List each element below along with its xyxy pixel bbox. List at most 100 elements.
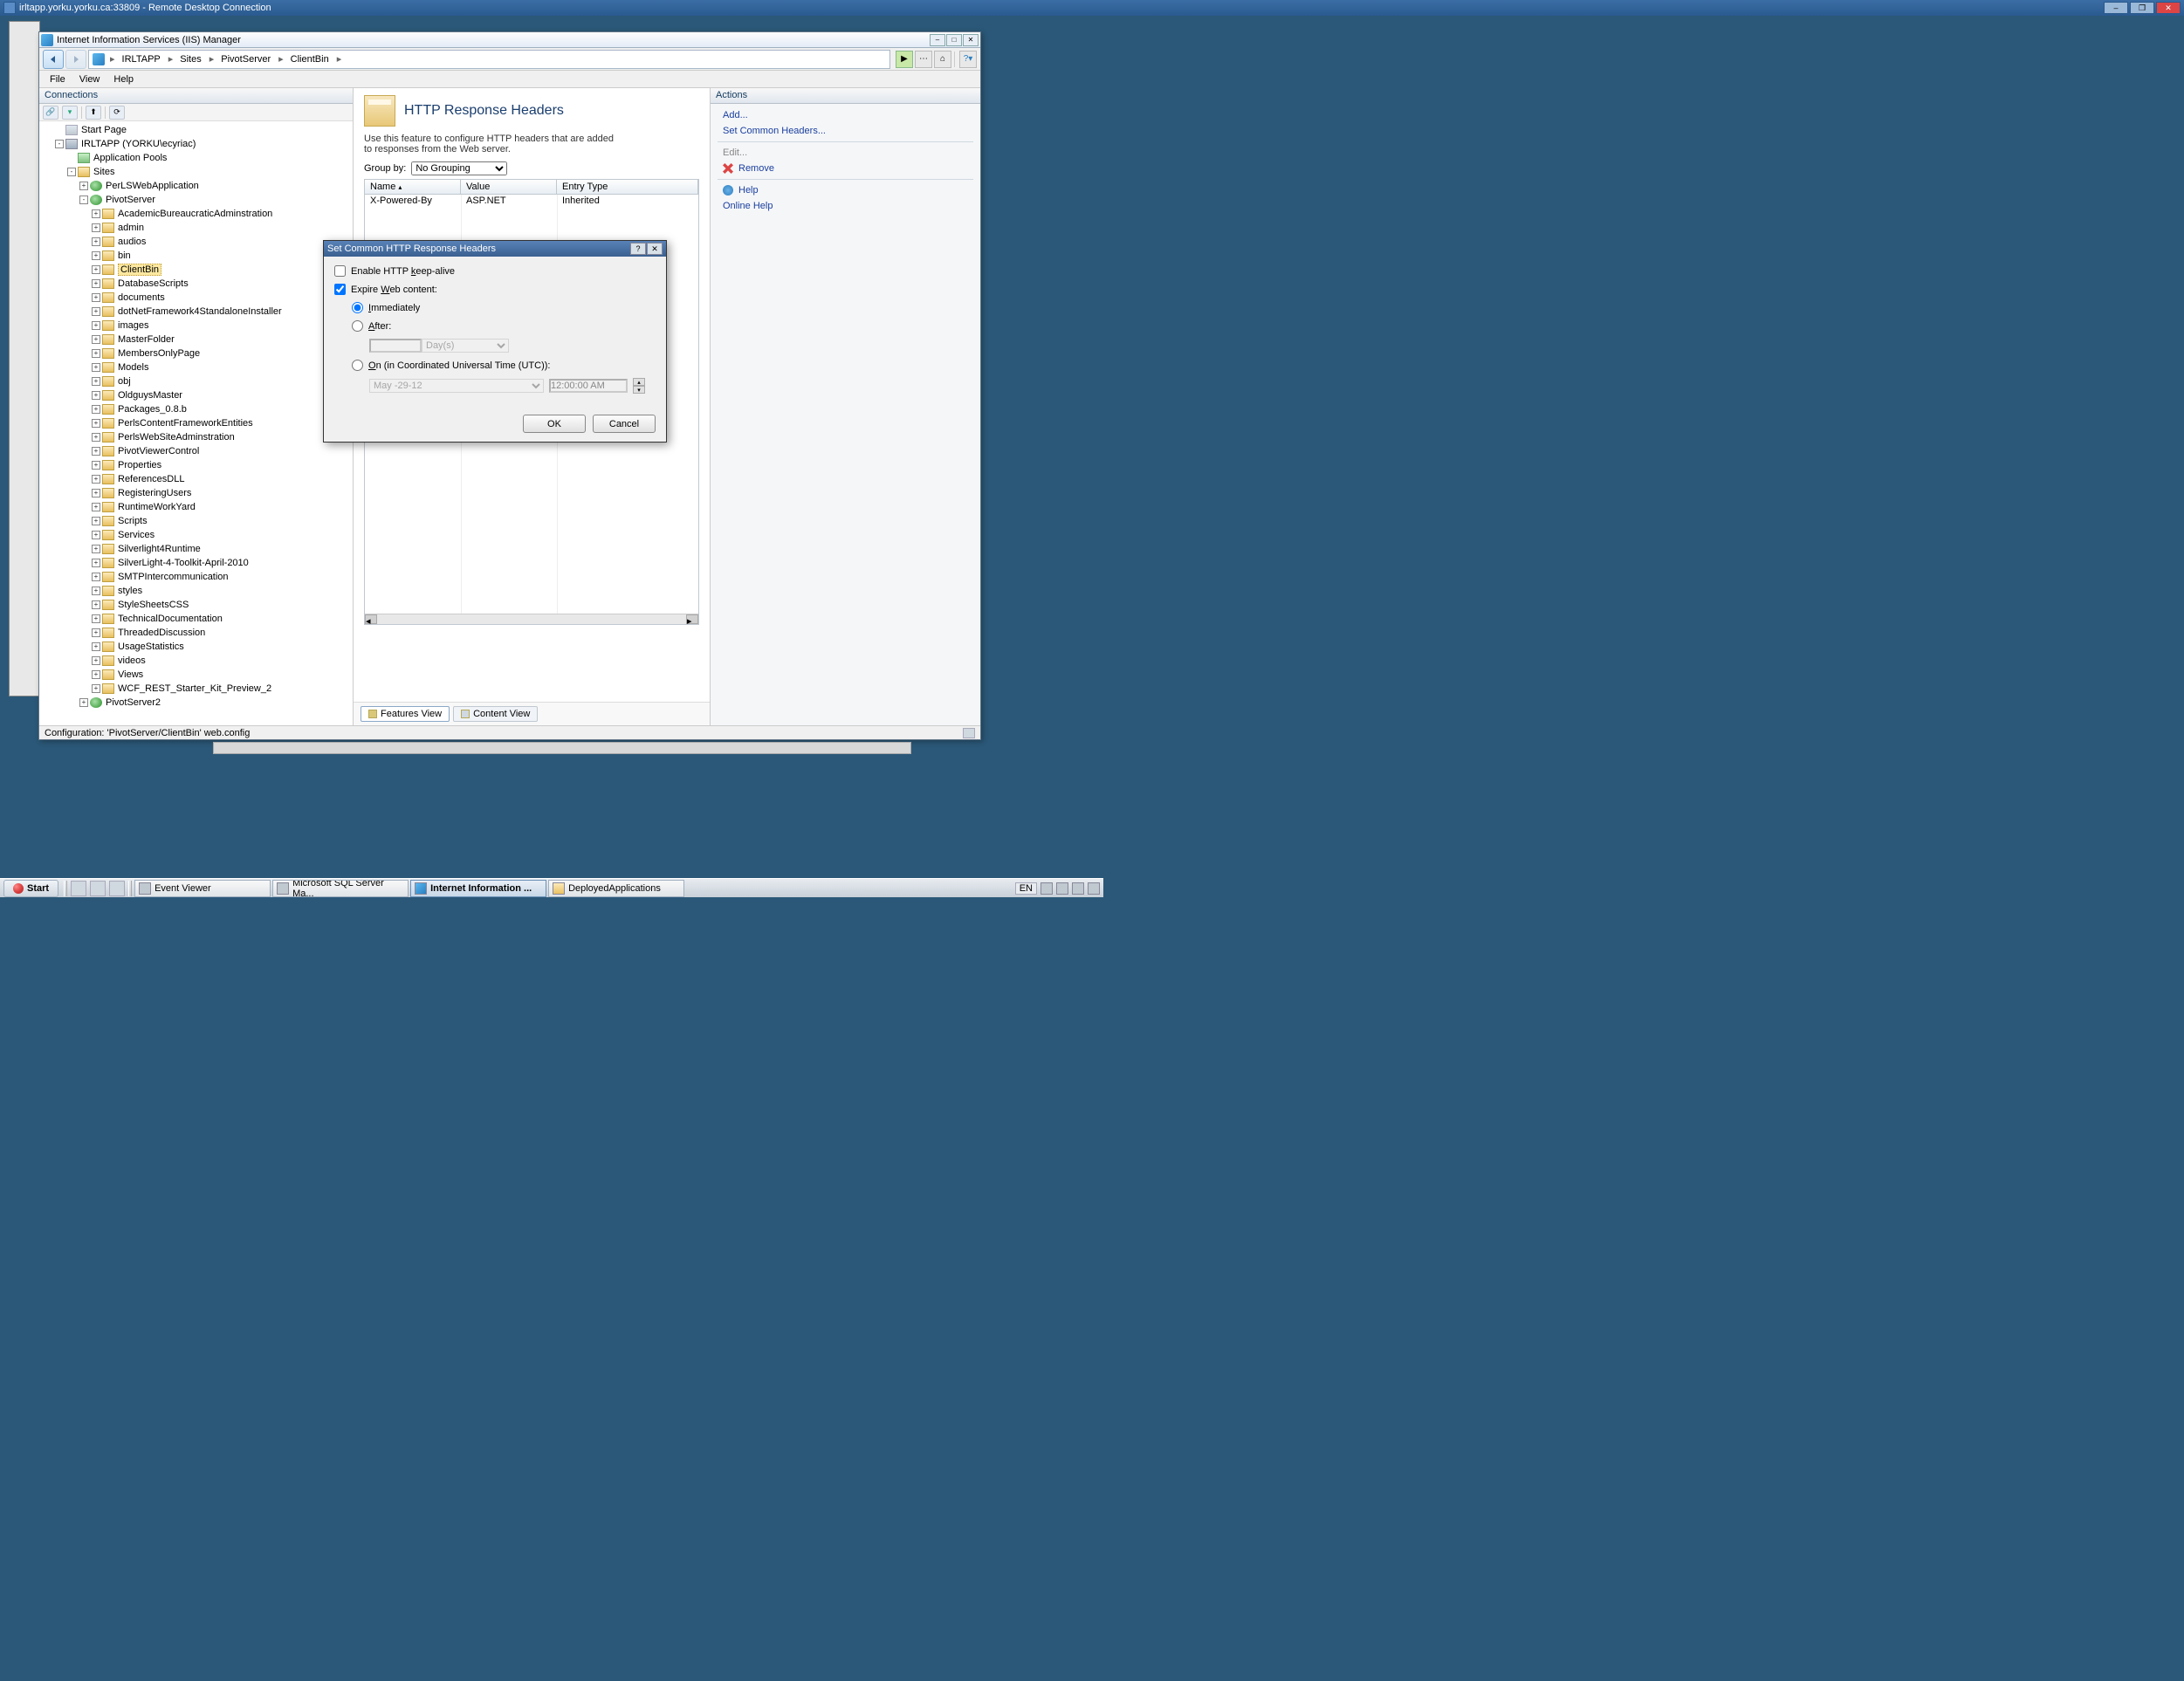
quicklaunch-2[interactable]	[90, 881, 106, 896]
expand-icon[interactable]: +	[92, 237, 100, 246]
tab-content-view[interactable]: Content View	[453, 706, 538, 722]
expand-icon[interactable]: +	[92, 419, 100, 428]
tree-node[interactable]: +RegisteringUsers	[39, 486, 353, 500]
tree-node[interactable]: -IRLTAPP (YORKU\ecyriac)	[39, 137, 353, 151]
dialog-titlebar[interactable]: Set Common HTTP Response Headers ? ✕	[324, 241, 666, 257]
col-value[interactable]: Value	[461, 180, 557, 194]
expand-icon[interactable]: +	[92, 265, 100, 274]
expand-icon[interactable]: +	[92, 377, 100, 386]
iis-minimize-button[interactable]: –	[930, 34, 945, 46]
expand-icon[interactable]: +	[92, 363, 100, 372]
action-remove[interactable]: Remove	[711, 161, 980, 176]
tab-features-view[interactable]: Features View	[361, 706, 450, 722]
grid-hscroll[interactable]: ◂ ▸	[365, 614, 698, 624]
tree-node[interactable]: +Silverlight4Runtime	[39, 542, 353, 556]
cancel-button[interactable]: Cancel	[593, 415, 656, 433]
tree-node[interactable]: +Packages_0.8.b	[39, 402, 353, 416]
tree-node[interactable]: Application Pools	[39, 151, 353, 165]
taskbar-item-deployed-apps[interactable]: DeployedApplications	[548, 880, 684, 897]
tree-node[interactable]: +ClientBin	[39, 263, 353, 277]
breadcrumb-seg-0[interactable]: IRLTAPP	[117, 54, 167, 65]
col-name[interactable]: Name ▴	[365, 180, 461, 194]
expand-icon[interactable]: +	[92, 475, 100, 484]
expand-icon[interactable]: +	[92, 349, 100, 358]
breadcrumb[interactable]: ▸ IRLTAPP ▸ Sites ▸ PivotServer ▸ Client…	[88, 50, 890, 69]
expand-icon[interactable]: +	[92, 307, 100, 316]
nav-back-button[interactable]	[43, 50, 64, 69]
start-button[interactable]: Start	[3, 880, 58, 897]
rdp-minimize-button[interactable]: –	[2104, 2, 2128, 14]
tree-node[interactable]: +TechnicalDocumentation	[39, 612, 353, 626]
col-entry-type[interactable]: Entry Type	[557, 180, 698, 194]
conn-save-button[interactable]: ▾	[62, 106, 78, 120]
taskbar-item-event-viewer[interactable]: Event Viewer	[134, 880, 271, 897]
tree-node[interactable]: +admin	[39, 221, 353, 235]
quicklaunch-1[interactable]	[71, 881, 86, 896]
expand-icon[interactable]: +	[92, 489, 100, 497]
expand-icon[interactable]: +	[92, 461, 100, 470]
tree-node[interactable]: +Models	[39, 360, 353, 374]
expand-icon[interactable]: +	[92, 251, 100, 260]
dialog-close-button[interactable]: ✕	[647, 243, 663, 255]
expand-icon[interactable]: +	[92, 531, 100, 539]
tray-icon-1[interactable]	[1040, 882, 1053, 895]
tree-node[interactable]: +RuntimeWorkYard	[39, 500, 353, 514]
expand-icon[interactable]: +	[92, 628, 100, 637]
tree-node[interactable]: +bin	[39, 249, 353, 263]
tree-node[interactable]: +images	[39, 319, 353, 333]
expand-icon[interactable]: +	[92, 223, 100, 232]
expire-checkbox[interactable]	[334, 284, 346, 295]
action-add[interactable]: Add...	[711, 107, 980, 123]
expand-icon[interactable]: +	[92, 656, 100, 665]
tree-node[interactable]: +SilverLight-4-Toolkit-April-2010	[39, 556, 353, 570]
expand-icon[interactable]: +	[92, 447, 100, 456]
scroll-left-button[interactable]: ◂	[365, 614, 377, 624]
iis-maximize-button[interactable]: □	[946, 34, 962, 46]
tree-node[interactable]: +PerLSWebApplication	[39, 179, 353, 193]
collapse-icon[interactable]: -	[55, 140, 64, 148]
tree-node[interactable]: +WCF_REST_Starter_Kit_Preview_2	[39, 682, 353, 696]
expand-icon[interactable]: +	[92, 321, 100, 330]
expand-icon[interactable]: +	[92, 573, 100, 581]
groupby-select[interactable]: No Grouping	[411, 161, 507, 175]
expand-icon[interactable]: +	[92, 335, 100, 344]
tree-node[interactable]: +ReferencesDLL	[39, 472, 353, 486]
action-set-common-headers[interactable]: Set Common Headers...	[711, 123, 980, 139]
nav-help-button[interactable]: ?▾	[959, 51, 977, 68]
breadcrumb-seg-1[interactable]: Sites	[175, 54, 207, 65]
radio-immediately[interactable]	[352, 302, 363, 313]
expand-icon[interactable]: +	[92, 587, 100, 595]
rdp-restore-button[interactable]: ❐	[2130, 2, 2154, 14]
menu-view[interactable]: View	[72, 72, 107, 86]
tray-icon-4[interactable]	[1088, 882, 1100, 895]
grid-row[interactable]: X-Powered-By ASP.NET Inherited	[365, 195, 698, 207]
tree-node[interactable]: +SMTPIntercommunication	[39, 570, 353, 584]
expand-icon[interactable]: +	[79, 182, 88, 190]
expand-icon[interactable]: +	[92, 391, 100, 400]
collapse-icon[interactable]: -	[79, 196, 88, 204]
action-help[interactable]: Help	[711, 182, 980, 198]
menu-file[interactable]: File	[43, 72, 72, 86]
keepalive-checkbox[interactable]	[334, 265, 346, 277]
expand-icon[interactable]: +	[92, 600, 100, 609]
breadcrumb-seg-2[interactable]: PivotServer	[216, 54, 277, 65]
language-indicator[interactable]: EN	[1015, 882, 1037, 895]
tree-node[interactable]: +audios	[39, 235, 353, 249]
rdp-close-button[interactable]: ✕	[2156, 2, 2181, 14]
tree-node[interactable]: +PerlsWebSiteAdminstration	[39, 430, 353, 444]
iis-titlebar[interactable]: Internet Information Services (IIS) Mana…	[39, 32, 980, 48]
expand-icon[interactable]: +	[92, 503, 100, 511]
expand-icon[interactable]: +	[92, 209, 100, 218]
tree-node[interactable]: +videos	[39, 654, 353, 668]
tree-node[interactable]: +PivotServer2	[39, 696, 353, 710]
tree-node[interactable]: +StyleSheetsCSS	[39, 598, 353, 612]
tree-node[interactable]: +obj	[39, 374, 353, 388]
expand-icon[interactable]: +	[92, 545, 100, 553]
nav-go-button[interactable]: ▶	[896, 51, 913, 68]
tree-node[interactable]: +documents	[39, 291, 353, 305]
tree-node[interactable]: +dotNetFramework4StandaloneInstaller	[39, 305, 353, 319]
expand-icon[interactable]: +	[92, 433, 100, 442]
expand-icon[interactable]: +	[92, 642, 100, 651]
taskbar-item-sql-server[interactable]: Microsoft SQL Server Ma...	[272, 880, 409, 897]
tray-icon-2[interactable]	[1056, 882, 1068, 895]
